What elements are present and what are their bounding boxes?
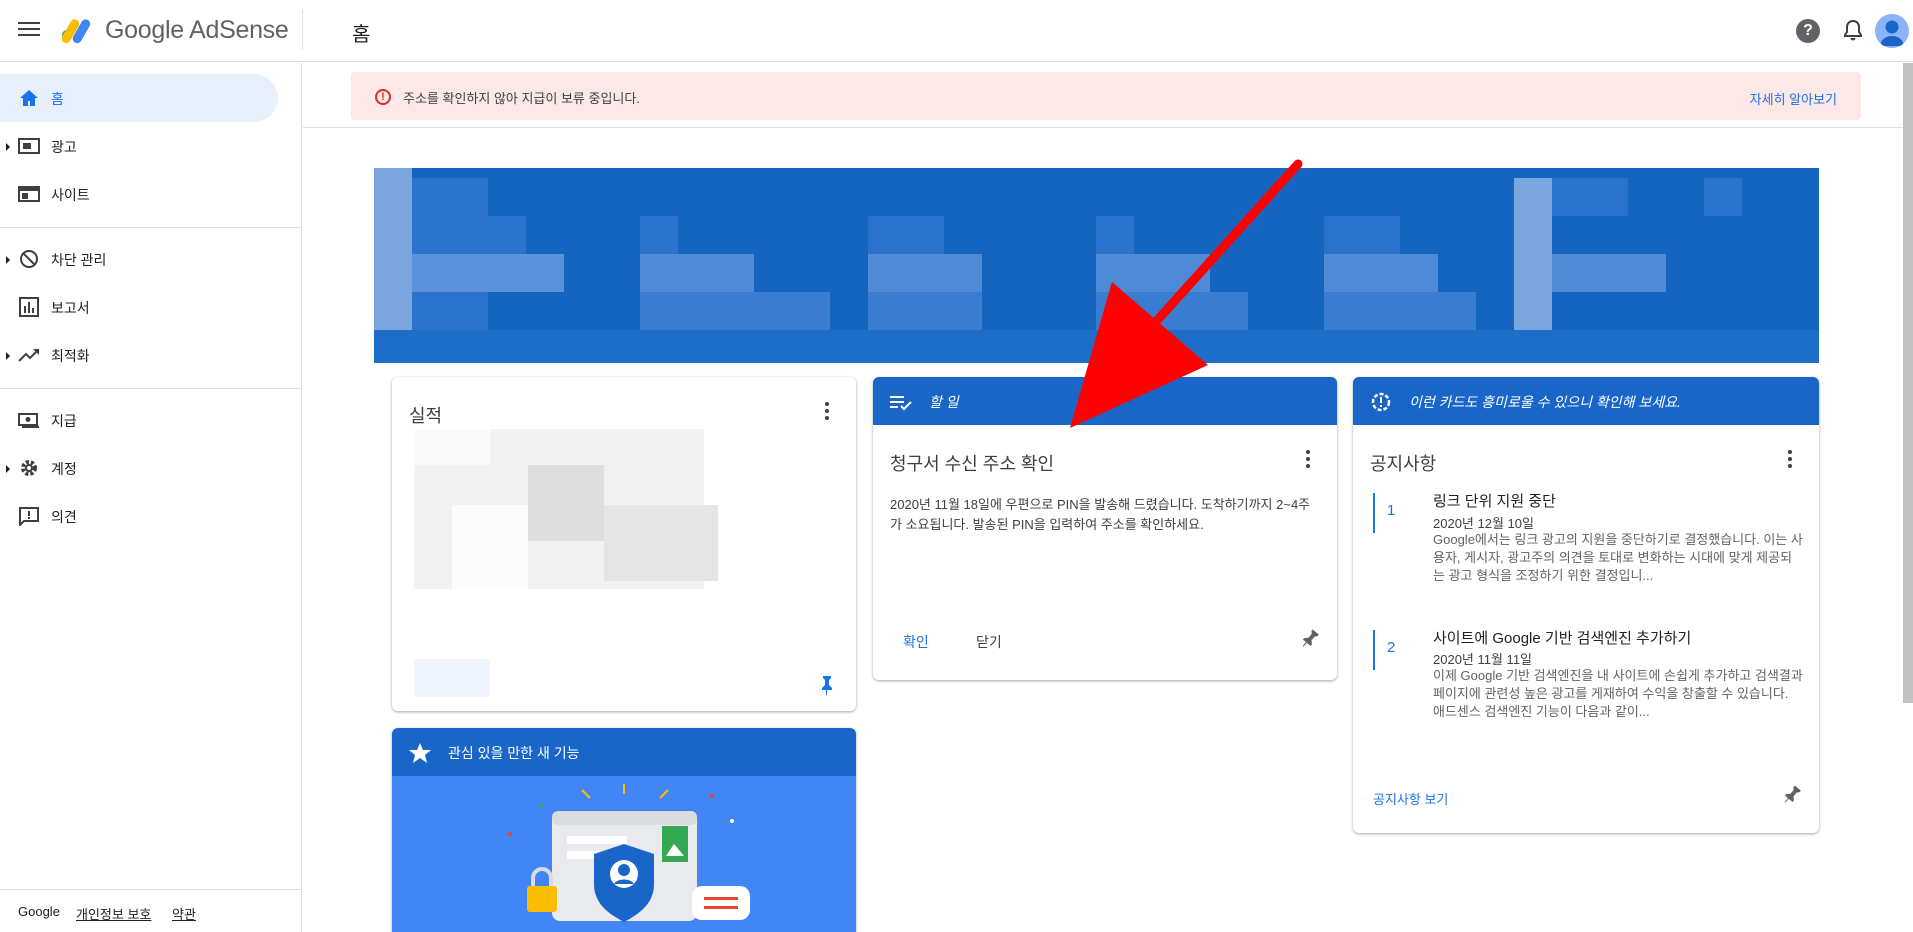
sidebar-footer: Google 개인정보 보호 약관 (0, 889, 302, 932)
notice-number: 2 (1387, 639, 1396, 656)
card-header-label: 할 일 (929, 394, 959, 410)
header-divider (302, 10, 303, 50)
sidebar-item-payments[interactable]: 지급 (0, 396, 278, 444)
card-body: 2020년 11월 18일에 우편으로 PIN을 발송해 드렸습니다. 도착하기… (890, 497, 1311, 532)
help-icon[interactable]: ? (1796, 19, 1820, 43)
person-icon (1880, 20, 1904, 46)
notice-body: 이제 Google 기반 검색엔진을 내 사이트에 손쉽게 추가하고 검색결과 … (1433, 668, 1803, 719)
more-vert-icon[interactable] (823, 401, 831, 423)
payments-icon (18, 413, 39, 428)
redacted-banner (374, 168, 1819, 363)
redacted-metrics (414, 429, 718, 589)
top-actions: ? (1763, 12, 1913, 52)
notice-date: 2020년 11월 11일 (1433, 652, 1533, 667)
pin-icon[interactable] (1301, 629, 1319, 649)
footer-google-label: Google (18, 904, 60, 919)
trending-up-icon (18, 349, 39, 362)
menu-icon[interactable] (18, 19, 40, 41)
notice-body: Google에서는 링크 광고의 지원을 중단하기로 결정했습니다. 이는 사용… (1433, 532, 1803, 583)
main-content: ! 주소를 확인하지 않아 지급이 보류 중입니다. 자세히 알아보기 실적 할… (303, 63, 1913, 932)
main-divider (303, 127, 1913, 128)
privacy-link[interactable]: 개인정보 보호 (76, 904, 151, 923)
sidebar-item-label: 의견 (51, 509, 77, 525)
expand-caret-icon (6, 352, 10, 360)
side-navigation: 홈 광고 사이트 차단 관리 보고서 최적화 지급 계정 의견 Google 개 (0, 63, 302, 932)
error-icon: ! (375, 89, 391, 105)
sidebar-item-reports[interactable]: 보고서 (0, 283, 278, 331)
sidebar-item-home[interactable]: 홈 (0, 74, 278, 122)
sites-icon (18, 186, 40, 202)
sidebar-item-label: 최적화 (51, 348, 90, 364)
sidebar-item-label: 차단 관리 (51, 252, 107, 268)
sidebar-item-label: 보고서 (51, 300, 90, 316)
sidebar-item-label: 사이트 (51, 187, 90, 203)
learn-more-link[interactable]: 자세히 알아보기 (1750, 89, 1837, 108)
sidebar-item-label: 계정 (51, 461, 77, 477)
notice-title: 사이트에 Google 기반 검색엔진 추가하기 (1433, 630, 1692, 647)
pin-icon[interactable] (1783, 785, 1801, 805)
ads-icon (18, 138, 40, 154)
notifications-bell-icon[interactable] (1841, 18, 1865, 44)
expand-caret-icon (6, 143, 10, 151)
notice-title: 링크 단위 지원 중단 (1433, 493, 1556, 510)
pin-icon[interactable] (818, 675, 836, 695)
nav-divider (0, 388, 302, 389)
more-vert-icon[interactable] (1304, 449, 1312, 471)
vertical-scrollbar[interactable] (1903, 63, 1913, 703)
checklist-icon (890, 396, 912, 411)
home-icon (20, 90, 38, 106)
notice-marker (1373, 630, 1375, 670)
performance-card: 실적 (392, 377, 856, 711)
star-icon (409, 743, 431, 763)
card-header: 이런 카드도 흥미로울 수 있으니 확인해 보세요. (1353, 377, 1819, 425)
card-header: 관심 있을 만한 새 기능 (392, 728, 856, 776)
security-illustration-icon (508, 784, 750, 922)
account-avatar[interactable] (1875, 14, 1909, 48)
block-icon (20, 250, 38, 268)
card-title: 공지사항 (1370, 454, 1437, 474)
confirm-button[interactable]: 확인 (903, 632, 929, 652)
card-title: 청구서 수신 주소 확인 (890, 454, 1055, 474)
payment-hold-alert: ! 주소를 확인하지 않아 지급이 보류 중입니다. 자세히 알아보기 (351, 72, 1861, 120)
terms-link[interactable]: 약관 (172, 904, 196, 923)
card-header-label: 관심 있을 만한 새 기능 (448, 745, 580, 761)
sidebar-item-label: 홈 (51, 91, 64, 107)
new-features-card: 관심 있을 만한 새 기능 (392, 728, 856, 932)
feature-illustration (392, 776, 856, 932)
todo-card: 할 일 청구서 수신 주소 확인 2020년 11월 18일에 우편으로 PIN… (873, 377, 1337, 680)
notice-date: 2020년 12월 10일 (1433, 516, 1534, 531)
expand-caret-icon (6, 465, 10, 473)
sidebar-item-account[interactable]: 계정 (0, 444, 278, 492)
expand-caret-icon (6, 256, 10, 264)
redacted-link (414, 659, 490, 697)
lightbulb-alert-icon (1371, 392, 1391, 412)
card-header: 할 일 (873, 377, 1337, 425)
more-vert-icon[interactable] (1786, 449, 1794, 471)
sidebar-item-label: 지급 (51, 413, 77, 429)
sidebar-item-ads[interactable]: 광고 (0, 122, 278, 170)
notice-number: 1 (1387, 502, 1396, 519)
notice-marker (1373, 493, 1375, 533)
top-app-bar: Google AdSense 홈 ? (0, 0, 1913, 62)
alert-message: 주소를 확인하지 않아 지급이 보류 중입니다. (403, 91, 640, 106)
dismiss-button[interactable]: 닫기 (976, 632, 1002, 652)
feedback-icon (19, 507, 39, 526)
reports-icon (19, 297, 39, 317)
nav-divider (0, 227, 302, 228)
page-title: 홈 (352, 24, 371, 46)
sidebar-item-feedback[interactable]: 의견 (0, 492, 278, 540)
adsense-logo-icon (61, 19, 91, 44)
card-title: 실적 (409, 406, 443, 426)
card-header-label: 이런 카드도 흥미로울 수 있으니 확인해 보세요. (1409, 394, 1681, 410)
sidebar-item-optimization[interactable]: 최적화 (0, 331, 278, 379)
product-name: Google AdSense (105, 16, 289, 44)
sidebar-item-sites[interactable]: 사이트 (0, 170, 278, 218)
settings-gear-icon (21, 460, 37, 476)
sidebar-item-block-management[interactable]: 차단 관리 (0, 235, 278, 283)
sidebar-item-label: 광고 (51, 139, 77, 155)
view-notices-link[interactable]: 공지사항 보기 (1373, 789, 1448, 808)
notices-card: 이런 카드도 흥미로울 수 있으니 확인해 보세요. 공지사항 1 링크 단위 … (1353, 377, 1819, 833)
